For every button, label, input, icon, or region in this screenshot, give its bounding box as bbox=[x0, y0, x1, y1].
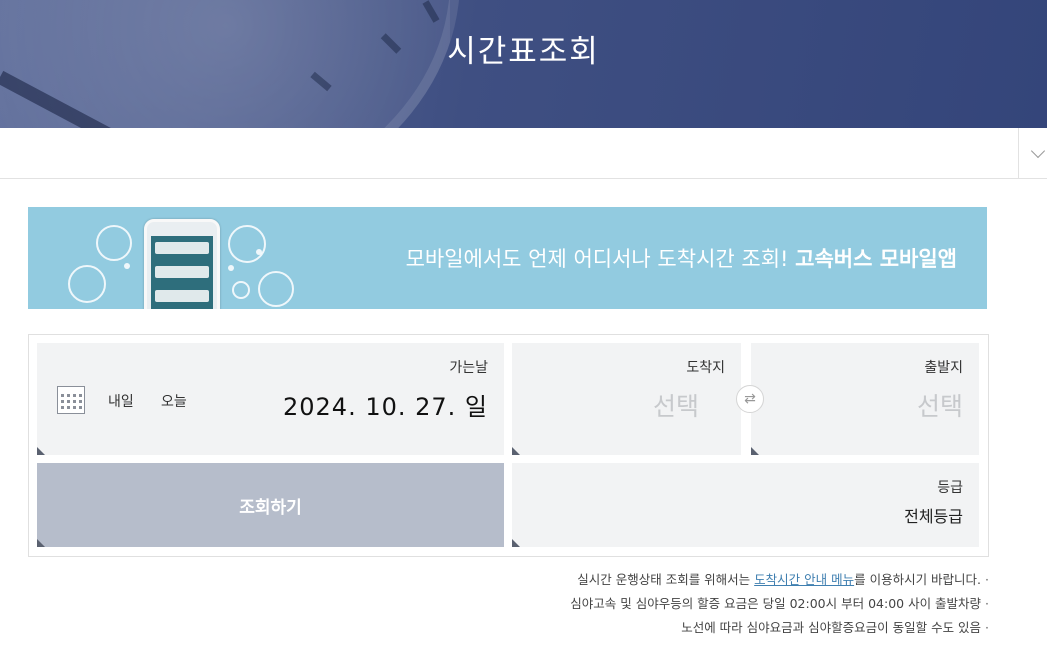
mail-icon bbox=[228, 225, 266, 263]
grade-select[interactable]: 등급 전체등급 bbox=[512, 463, 979, 547]
page-title: 시간표조회 bbox=[447, 34, 600, 70]
notice-item: 심야고속 및 심야우등의 할증 요금은 당일 02:00시 부터 04:00 사… bbox=[570, 592, 989, 616]
banner-text-regular: 모바일에서도 언제 어디서나 도착시간 조회! bbox=[405, 247, 796, 271]
chevron-down-icon[interactable] bbox=[1030, 143, 1046, 159]
swap-direction-button[interactable]: ⇄ bbox=[736, 385, 764, 413]
mobile-app-banner[interactable]: 모바일에서도 언제 어디서나 도착시간 조회! 고속버스 모바일앱 bbox=[28, 207, 987, 309]
banner-text: 모바일에서도 언제 어디서나 도착시간 조회! 고속버스 모바일앱 bbox=[406, 243, 957, 273]
arrival-select[interactable]: 도착지 선택 bbox=[512, 343, 741, 455]
departure-label: 출발지 bbox=[924, 360, 963, 376]
date-value: 2024. 10. 27. 일 bbox=[282, 393, 488, 421]
tomorrow-button[interactable]: 내일 bbox=[108, 391, 134, 411]
date-label: 가는날 bbox=[449, 360, 488, 376]
dot-decoration bbox=[256, 249, 262, 255]
notice-item: 실시간 운행상태 조회를 위해서는 도착시간 안내 메뉴를 이용하시기 바랍니다… bbox=[570, 568, 989, 592]
notice-list: 실시간 운행상태 조회를 위해서는 도착시간 안내 메뉴를 이용하시기 바랍니다… bbox=[570, 568, 989, 640]
circle-decoration bbox=[232, 281, 250, 299]
notice-text: 실시간 운행상태 조회를 위해서는 bbox=[577, 572, 755, 587]
arrival-value: 선택 bbox=[652, 392, 699, 421]
date-select[interactable]: 가는날 2024. 10. 27. 일 오늘 내일 bbox=[37, 343, 504, 455]
arrival-label: 도착지 bbox=[686, 360, 725, 376]
departure-select[interactable]: 출발지 선택 bbox=[751, 343, 979, 455]
banner-text-bold: 고속버스 모바일앱 bbox=[795, 247, 957, 271]
search-button[interactable]: 조회하기 bbox=[37, 463, 504, 547]
arrival-time-menu-link[interactable]: 도착시간 안내 메뉴 bbox=[754, 572, 854, 587]
bus-icon bbox=[96, 225, 132, 261]
notice-text: 를 이용하시기 바랍니다. bbox=[854, 572, 982, 587]
notice-text: 노선에 따라 심야요금과 심야할증요금이 동일할 수도 있음 bbox=[681, 620, 982, 635]
person-icon bbox=[258, 271, 294, 307]
subnav-divider bbox=[1018, 128, 1019, 178]
notice-item: 노선에 따라 심야요금과 심야할증요금이 동일할 수도 있음 bbox=[570, 616, 989, 640]
dot-decoration bbox=[228, 265, 234, 271]
grade-label: 등급 bbox=[937, 480, 963, 496]
page-header: 시간표조회 bbox=[0, 0, 1047, 128]
sub-navigation bbox=[0, 128, 1047, 179]
grade-value: 전체등급 bbox=[904, 507, 963, 526]
notice-text: 심야고속 및 심야우등의 할증 요금은 당일 02:00시 부터 04:00 사… bbox=[570, 596, 982, 611]
calendar-icon[interactable] bbox=[57, 386, 85, 414]
ticket-icon bbox=[68, 265, 106, 303]
phone-illustration bbox=[144, 219, 220, 309]
timetable-search-form: 출발지 선택 도착지 선택 ⇄ 가는날 2024. 10. 27. 일 오늘 내… bbox=[28, 334, 989, 557]
departure-value: 선택 bbox=[916, 392, 963, 421]
dot-decoration bbox=[124, 263, 130, 269]
swap-icon: ⇄ bbox=[744, 391, 756, 407]
today-button[interactable]: 오늘 bbox=[161, 391, 187, 411]
